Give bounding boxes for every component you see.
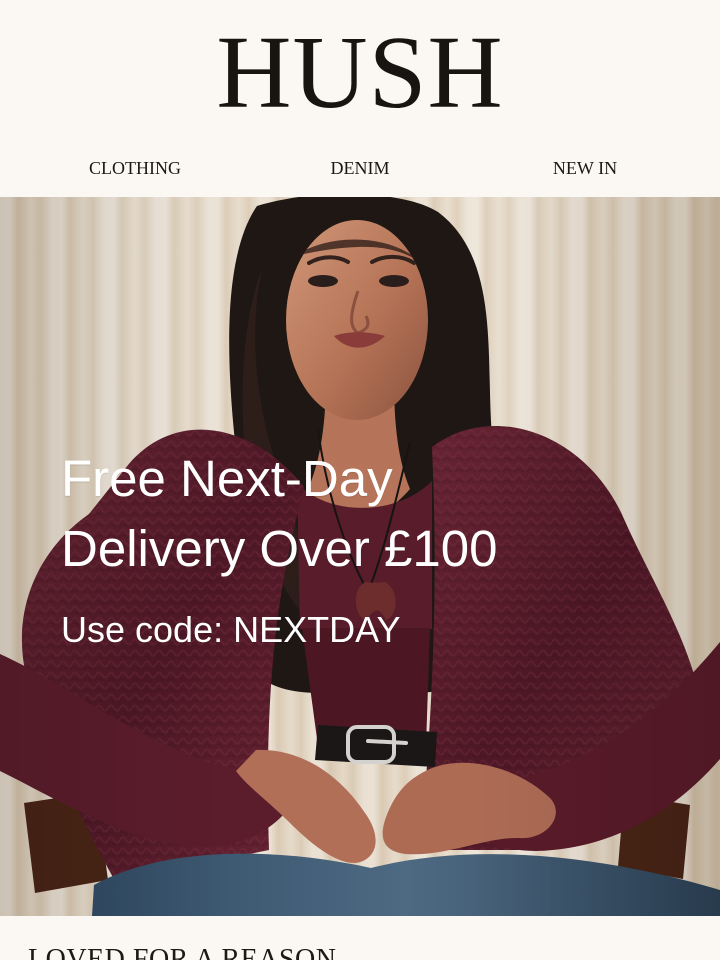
top-navigation: CLOTHING DENIM NEW IN: [0, 154, 720, 182]
hero-promo-banner[interactable]: Free Next-Day Delivery Over £100 Use cod…: [0, 197, 720, 916]
email-page: HUSH CLOTHING DENIM NEW IN Free Next-Day…: [0, 0, 720, 960]
nav-clothing-link[interactable]: CLOTHING: [45, 154, 225, 182]
hush-logo[interactable]: HUSH: [0, 18, 720, 128]
hero-copy: Free Next-Day Delivery Over £100 Use cod…: [61, 447, 661, 651]
promo-code-text: Use code: NEXTDAY: [61, 609, 401, 650]
email-header: HUSH CLOTHING DENIM NEW IN: [0, 0, 720, 197]
promo-headline-line-2: Delivery Over £100: [61, 520, 498, 577]
nav-denim-link[interactable]: DENIM: [270, 154, 450, 182]
promo-headline-line-1: Free Next-Day: [61, 450, 393, 507]
loved-for-a-reason-heading: LOVED FOR A REASON: [28, 944, 337, 960]
nav-new-in-link[interactable]: NEW IN: [495, 154, 675, 182]
